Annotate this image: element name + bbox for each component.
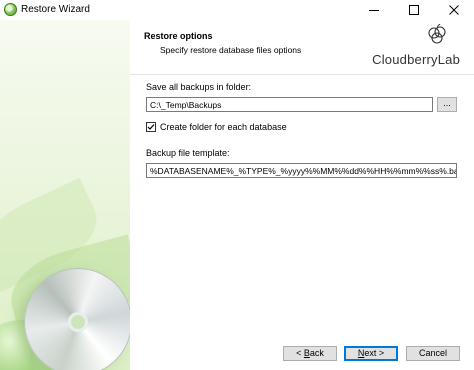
next-button[interactable]: Next > <box>344 346 398 361</box>
minimize-button[interactable] <box>354 0 394 20</box>
browse-folder-button[interactable]: ... <box>437 97 457 112</box>
template-label: Backup file template: <box>146 148 230 158</box>
wizard-side-banner <box>0 20 130 370</box>
title-bar: Restore Wizard <box>0 0 474 20</box>
create-folder-checkbox[interactable] <box>146 122 156 132</box>
next-button-rest: ext > <box>364 348 385 358</box>
close-button[interactable] <box>434 0 474 20</box>
backup-folder-input[interactable]: C:\_Temp\Backups <box>146 97 433 112</box>
cloudberry-logo-icon <box>428 24 446 44</box>
cloudberry-logo-text: CloudberryLab <box>372 52 460 67</box>
close-icon <box>449 5 459 15</box>
maximize-icon <box>409 5 419 15</box>
back-button[interactable]: < Back <box>283 346 337 361</box>
create-folder-label[interactable]: Create folder for each database <box>160 122 287 132</box>
back-button-rest: ack <box>309 348 324 358</box>
minimize-icon <box>369 9 379 11</box>
page-title: Restore options <box>144 31 213 41</box>
cancel-button[interactable]: Cancel <box>406 346 460 361</box>
checkmark-icon <box>147 124 155 130</box>
save-folder-label-text: Save all backups in folder: <box>146 82 252 92</box>
page-subtitle: Specify restore database files options <box>160 45 302 55</box>
save-folder-label: Save all backups in folder: <box>146 82 251 92</box>
disc-center-hole <box>68 312 88 332</box>
cloudberry-app-icon <box>4 3 17 16</box>
maximize-button[interactable] <box>394 0 434 20</box>
cd-disc-illustration <box>24 268 130 370</box>
wizard-header: Restore options Specify restore database… <box>130 20 474 75</box>
back-button-prefix: < <box>296 348 304 358</box>
file-template-input[interactable]: %DATABASENAME%_%TYPE%_%yyyy%%MM%%dd%%HH%… <box>146 163 457 178</box>
window-title: Restore Wizard <box>21 4 90 15</box>
restore-wizard-window: Restore Wizard Restore options Specify r… <box>0 0 474 370</box>
